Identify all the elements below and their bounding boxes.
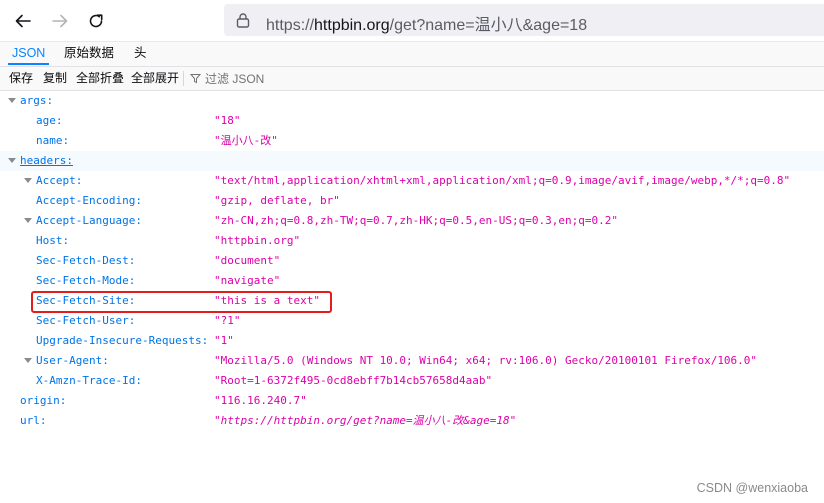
expand-all-button[interactable]: 全部展开 xyxy=(131,67,179,90)
expand-toggle-icon[interactable] xyxy=(24,218,32,223)
watermark: CSDN @wenxiaoba xyxy=(696,481,808,495)
json-key: Accept: xyxy=(36,174,83,187)
browser-toolbar: https://httpbin.org/get?name=温小八&age=18 xyxy=(0,0,824,42)
json-row[interactable]: Accept: "text/html,application/xhtml+xml… xyxy=(0,171,824,191)
json-value: "httpbin.org" xyxy=(214,234,301,247)
json-key: age: xyxy=(36,114,63,127)
url-text[interactable]: https://httpbin.org/get?name=温小八&age=18 xyxy=(266,11,587,35)
viewer-tabs: JSON 原始数据 头 xyxy=(0,42,824,67)
json-value: "Root=1-6372f495-0cd8ebff7b14cb57658d4aa… xyxy=(214,374,493,387)
json-value: "116.16.240.7" xyxy=(214,394,307,407)
toolbar-divider xyxy=(183,71,184,86)
json-row[interactable]: name: "温小八-改" xyxy=(0,131,824,151)
json-key: Host: xyxy=(36,234,70,247)
json-value: "text/html,application/xhtml+xml,applica… xyxy=(214,174,791,187)
json-row-headers[interactable]: headers: xyxy=(0,151,824,171)
json-key: url: xyxy=(20,414,47,427)
json-action-bar: 保存 复制 全部折叠 全部展开 xyxy=(0,67,824,91)
json-row[interactable]: Sec-Fetch-User: "?1" xyxy=(0,311,824,331)
json-key: args: xyxy=(20,94,54,107)
json-row[interactable]: X-Amzn-Trace-Id: "Root=1-6372f495-0cd8eb… xyxy=(0,371,824,391)
filter-icon xyxy=(190,74,201,84)
arrow-left-icon xyxy=(15,14,31,28)
json-value-link[interactable]: "https://httpbin.org/get?name=温小八-改&age=… xyxy=(214,411,516,431)
json-key: Accept-Encoding: xyxy=(36,194,142,207)
reload-button[interactable] xyxy=(82,8,110,34)
filter-json-input[interactable] xyxy=(205,71,325,86)
tab-json[interactable]: JSON xyxy=(8,42,50,65)
url-path: /get?name=温小八&age=18 xyxy=(389,17,588,34)
json-key: origin: xyxy=(20,394,67,407)
json-key: Upgrade-Insecure-Requests: xyxy=(36,334,209,347)
highlight-annotation xyxy=(31,291,332,313)
lock-icon[interactable] xyxy=(236,12,250,28)
reload-icon xyxy=(89,14,103,28)
json-row[interactable]: Accept-Language: "zh-CN,zh;q=0.8,zh-TW;q… xyxy=(0,211,824,231)
json-value: "温小八-改" xyxy=(214,134,278,147)
url-host: httpbin.org xyxy=(314,17,390,34)
json-value: "zh-CN,zh;q=0.8,zh-TW;q=0.7,zh-HK;q=0.5,… xyxy=(214,214,618,227)
json-row[interactable]: age: "18" xyxy=(0,111,824,131)
tab-raw-data[interactable]: 原始数据 xyxy=(64,42,114,65)
json-key: name: xyxy=(36,134,70,147)
expand-toggle-icon[interactable] xyxy=(8,158,16,163)
json-key: User-Agent: xyxy=(36,354,109,367)
json-row[interactable]: Upgrade-Insecure-Requests: "1" xyxy=(0,331,824,351)
expand-toggle-icon[interactable] xyxy=(24,358,32,363)
json-value: "?1" xyxy=(214,314,241,327)
json-row[interactable]: Sec-Fetch-Dest: "document" xyxy=(0,251,824,271)
url-scheme: https:// xyxy=(266,17,315,34)
json-value: "1" xyxy=(214,334,234,347)
expand-toggle-icon[interactable] xyxy=(24,178,32,183)
json-row[interactable]: User-Agent: "Mozilla/5.0 (Windows NT 10.… xyxy=(0,351,824,371)
json-row-url[interactable]: url: "https://httpbin.org/get?name=温小八-改… xyxy=(0,411,824,431)
collapse-all-button[interactable]: 全部折叠 xyxy=(76,67,124,90)
filter-json[interactable] xyxy=(190,67,325,90)
address-bar[interactable]: https://httpbin.org/get?name=温小八&age=18 xyxy=(224,4,824,36)
arrow-right-icon xyxy=(52,14,68,28)
save-button[interactable]: 保存 xyxy=(9,67,33,90)
json-key: X-Amzn-Trace-Id: xyxy=(36,374,142,387)
json-key: Accept-Language: xyxy=(36,214,142,227)
forward-button[interactable] xyxy=(46,8,74,34)
json-row-args[interactable]: args: xyxy=(0,91,824,111)
json-value: "navigate" xyxy=(214,274,281,287)
json-value: "gzip, deflate, br" xyxy=(214,194,340,207)
back-button[interactable] xyxy=(9,8,37,34)
json-key: headers: xyxy=(20,154,73,167)
copy-button[interactable]: 复制 xyxy=(43,67,67,90)
json-key: Sec-Fetch-Mode: xyxy=(36,274,136,287)
json-row[interactable]: Sec-Fetch-Mode: "navigate" xyxy=(0,271,824,291)
json-key: Sec-Fetch-Dest: xyxy=(36,254,136,267)
json-row[interactable]: Accept-Encoding: "gzip, deflate, br" xyxy=(0,191,824,211)
json-row[interactable]: Host: "httpbin.org" xyxy=(0,231,824,251)
expand-toggle-icon[interactable] xyxy=(8,98,16,103)
json-value: "18" xyxy=(214,114,241,127)
json-value: "Mozilla/5.0 (Windows NT 10.0; Win64; x6… xyxy=(214,354,758,367)
json-row-origin[interactable]: origin: "116.16.240.7" xyxy=(0,391,824,411)
json-key: Sec-Fetch-User: xyxy=(36,314,136,327)
tab-headers[interactable]: 头 xyxy=(134,42,147,65)
json-value: "document" xyxy=(214,254,281,267)
